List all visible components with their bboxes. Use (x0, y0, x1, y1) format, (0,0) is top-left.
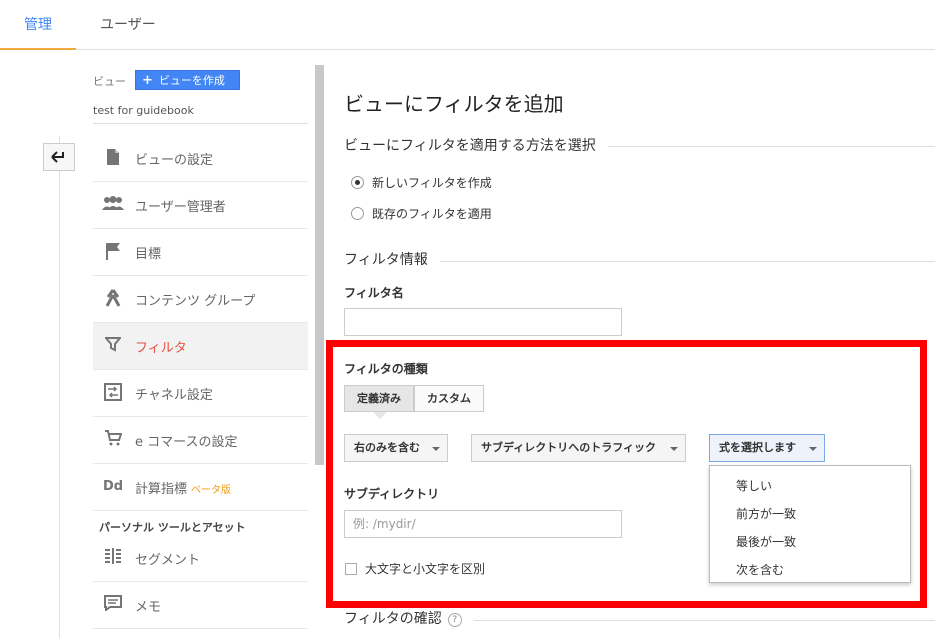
radio-button[interactable] (351, 207, 364, 220)
sidebar-item-channel-settings[interactable]: チャネル設定 (93, 370, 308, 417)
sidebar-item-view-settings[interactable]: ビューの設定 (93, 135, 308, 182)
sidebar-item-label: 目標 (135, 247, 162, 262)
sidebar-item-label: フィルタ (135, 341, 187, 356)
top-nav: 管理 ユーザー (0, 0, 935, 50)
sidebar-item-label: e コマースの設定 (135, 435, 238, 450)
document-icon (102, 148, 124, 168)
flag-icon (102, 242, 124, 262)
content-group-icon (102, 289, 124, 309)
filter-icon (102, 336, 124, 356)
back-arrow-icon (51, 151, 64, 163)
highlight-box (326, 340, 927, 608)
filter-name-label: フィルタ名 (344, 286, 404, 300)
section-title-verify: フィルタの確認? (344, 608, 474, 628)
filter-name-input[interactable] (344, 308, 622, 336)
section-title-verify-text: フィルタの確認 (344, 611, 442, 627)
tab-admin[interactable]: 管理 (0, 0, 76, 50)
memo-icon (102, 595, 124, 615)
sidebar-item-label: 計算指標 ベータ版 (135, 478, 231, 497)
sidebar-menu: ビューの設定 ユーザー管理者 目標 コンテンツ グループ フィルタ チャネル設定… (93, 135, 308, 629)
radio-existing-filter[interactable]: 既存のフィルタを適用 (351, 205, 492, 223)
sidebar-scrollbar[interactable] (315, 65, 324, 465)
sidebar-item-user-management[interactable]: ユーザー管理者 (93, 182, 308, 229)
sidebar-item-label: メモ (135, 600, 162, 615)
sidebar-item-ecommerce[interactable]: e コマースの設定 (93, 417, 308, 464)
segment-icon (102, 548, 124, 568)
sidebar-item-label: コンテンツ グループ (135, 294, 256, 309)
radio-new-filter[interactable]: 新しいフィルタを作成 (351, 174, 492, 192)
sidebar-rail (59, 136, 60, 638)
sidebar-item-calculated-metrics[interactable]: Dd 計算指標 ベータ版 (93, 464, 308, 511)
radio-label: 既存のフィルタを適用 (372, 207, 492, 221)
sidebar-item-text: 計算指標 (135, 482, 188, 497)
back-arrow-button[interactable] (43, 143, 75, 171)
sidebar: ビュー + ビューを作成 test for guidebook ビューの設定 ユー… (93, 60, 308, 638)
help-icon[interactable]: ? (447, 613, 462, 627)
view-label: ビュー (93, 75, 126, 88)
sidebar-item-goals[interactable]: 目標 (93, 229, 308, 276)
tab-user[interactable]: ユーザー (100, 0, 156, 50)
sidebar-item-label: ビューの設定 (135, 153, 214, 168)
create-view-label: ビューを作成 (158, 74, 225, 87)
sidebar-item-label: セグメント (135, 553, 201, 568)
create-view-button[interactable]: + ビューを作成 (135, 70, 240, 90)
section-title-info: フィルタ情報 (344, 249, 440, 269)
view-divider (93, 123, 308, 124)
section-heading-personal-tools: パーソナル ツールとアセット (99, 521, 246, 534)
sidebar-item-label: ユーザー管理者 (135, 200, 226, 215)
page-title: ビューにフィルタを追加 (344, 92, 564, 116)
sidebar-item-segment[interactable]: セグメント (93, 535, 308, 582)
section-title-method: ビューにフィルタを適用する方法を選択 (344, 135, 608, 155)
sidebar-item-content-group[interactable]: コンテンツ グループ (93, 276, 308, 323)
view-row: ビュー + ビューを作成 (93, 70, 308, 90)
sidebar-item-filter[interactable]: フィルタ (93, 323, 308, 370)
sidebar-item-memo[interactable]: メモ (93, 582, 308, 629)
channel-icon (102, 383, 124, 403)
radio-label: 新しいフィルタを作成 (372, 176, 492, 190)
dd-icon: Dd (102, 479, 124, 494)
cart-icon (102, 430, 124, 450)
beta-badge: ベータ版 (191, 485, 232, 496)
plus-icon: + (142, 73, 153, 88)
radio-button-checked[interactable] (351, 176, 364, 189)
sidebar-item-label: チャネル設定 (135, 388, 213, 403)
view-name[interactable]: test for guidebook (93, 104, 194, 117)
users-icon (102, 195, 124, 215)
